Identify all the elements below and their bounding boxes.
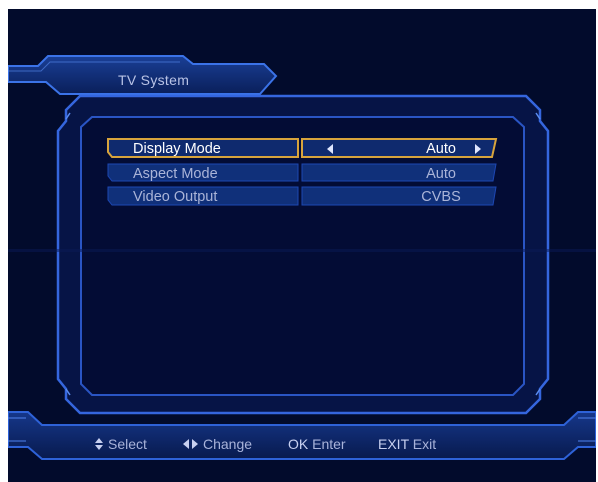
left-right-arrows-icon: [183, 439, 199, 449]
hint-exit: EXIT Exit: [378, 436, 436, 452]
arrow-left-icon[interactable]: [327, 144, 333, 154]
hint-select: Select: [95, 436, 147, 452]
setting-value: Auto: [426, 141, 456, 157]
menu-frame-graphics: [8, 55, 596, 460]
hint-select-label: Select: [108, 436, 147, 452]
up-down-arrows-icon: [95, 438, 104, 450]
ok-key-label: OK: [288, 436, 309, 452]
setting-value: CVBS: [421, 189, 461, 205]
hint-enter-label: Enter: [312, 436, 346, 452]
page-title: TV System: [118, 72, 190, 88]
setting-row-video-output[interactable]: Video Output CVBS: [114, 187, 504, 208]
hint-change: Change: [183, 436, 252, 452]
hint-change-label: Change: [203, 436, 253, 452]
setting-label: Display Mode: [133, 141, 221, 157]
setting-label: Video Output: [133, 189, 218, 205]
setting-value: Auto: [426, 166, 456, 182]
hint-exit-label: Exit: [412, 436, 437, 452]
exit-key-label: EXIT: [378, 436, 409, 452]
setting-row-aspect-mode[interactable]: Aspect Mode Auto: [114, 164, 504, 185]
setting-label: Aspect Mode: [133, 166, 218, 182]
hint-enter: OK Enter: [288, 436, 346, 452]
arrow-right-icon[interactable]: [475, 144, 481, 154]
tv-system-menu-screen: TV System Display Mode Auto Aspect Mode …: [8, 9, 596, 482]
setting-row-display-mode[interactable]: Display Mode Auto: [114, 139, 504, 160]
